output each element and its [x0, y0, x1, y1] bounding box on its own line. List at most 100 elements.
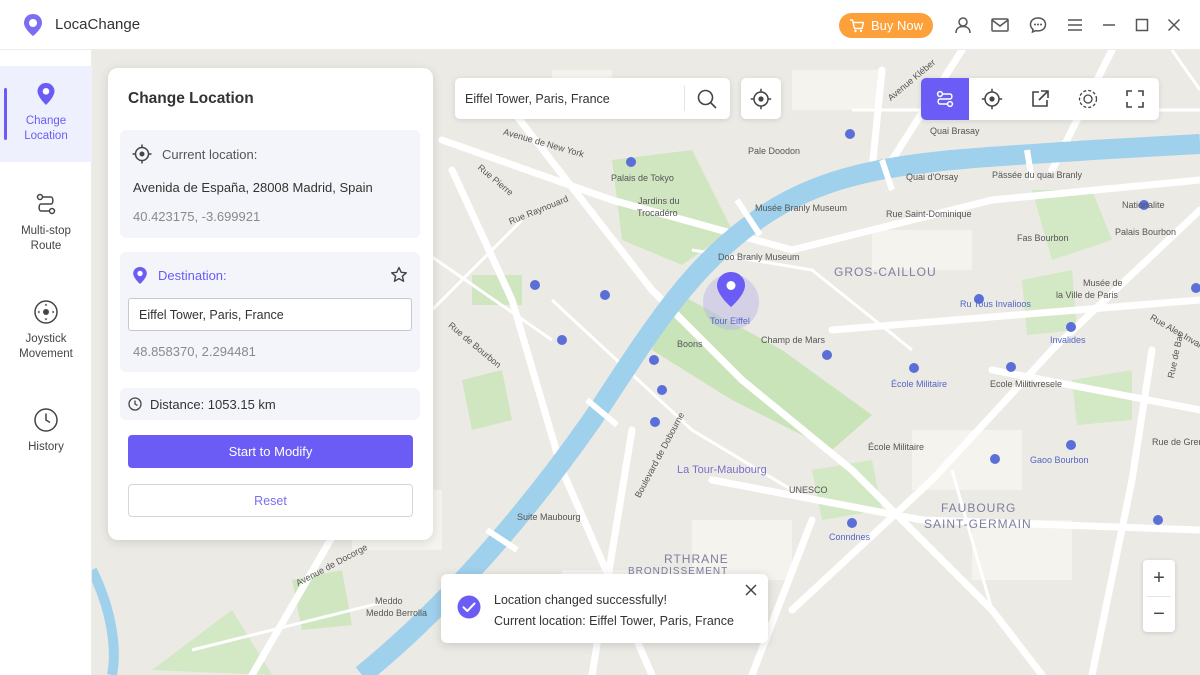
toast-title: Location changed successfully!	[494, 593, 668, 607]
current-location-label: Current location:	[162, 146, 258, 162]
map-label: GROS-CAILLOU	[834, 265, 937, 279]
nav-change-location-label: Change Location	[24, 115, 68, 142]
map-label: Quai Brasay	[930, 126, 980, 136]
map-label: Meddo Berrolla	[366, 608, 428, 618]
map-label: RTHRANE	[664, 552, 729, 566]
map-label: UNESCO	[789, 485, 828, 495]
export-icon	[1032, 90, 1049, 107]
current-location-row: Current location:	[132, 144, 257, 164]
nav-multi-stop-route-label: Multi-stop Route	[21, 225, 71, 252]
panel-title: Change Location	[128, 90, 254, 107]
toast-close-icon[interactable]	[744, 583, 758, 597]
eiffel-pin-label: Tour Eiffel	[710, 316, 750, 326]
success-toast: Location changed successfully! Current l…	[441, 574, 768, 643]
destination-box: Destination: 48.858370, 2.294481	[120, 252, 420, 372]
pin-icon	[32, 80, 60, 108]
map-label: SAINT-GERMAIN	[924, 517, 1032, 531]
title-bar: LocaChange Buy Now	[0, 0, 1200, 50]
map-label: Trocadéro	[637, 208, 678, 218]
map-label: École Militaire	[868, 442, 925, 452]
minimize-icon[interactable]	[1098, 14, 1120, 36]
tool-route-mode[interactable]	[921, 78, 969, 120]
nav-change-location[interactable]: Change Location	[0, 66, 92, 162]
destination-coords: 48.858370, 2.294481	[133, 344, 256, 359]
mode-toolbar	[921, 78, 1159, 120]
locate-me-button[interactable]	[741, 78, 781, 119]
change-location-panel: Change Location Current location: Avenid…	[108, 68, 433, 540]
map-label: La Tour-Maubourg	[677, 464, 767, 476]
map-label: Palais Bourbon	[1115, 227, 1177, 237]
check-circle-icon	[457, 595, 481, 619]
fullscreen-icon	[1126, 90, 1144, 108]
tool-teleport-mode[interactable]	[969, 78, 1017, 120]
nav-joystick-movement-label: Joystick Movement	[19, 333, 73, 360]
map-label: Pässée du quai Branly	[992, 170, 1083, 180]
cart-icon	[849, 18, 865, 32]
destination-row: Destination:	[132, 266, 227, 285]
nav-history[interactable]: History	[0, 392, 92, 488]
map-search-bar	[455, 78, 730, 119]
sliders-icon	[936, 90, 953, 108]
buy-now-label: Buy Now	[870, 18, 924, 33]
tool-export[interactable]	[1016, 78, 1064, 120]
map-label: Rue Saint-Dominique	[886, 209, 972, 219]
distance-box: Distance: 1053.15 km	[120, 388, 420, 420]
mail-icon[interactable]	[989, 14, 1011, 36]
zoom-controls: + −	[1143, 560, 1175, 632]
destination-pin-icon	[133, 267, 147, 284]
nav-multi-stop-route[interactable]: Multi-stop Route	[0, 176, 92, 272]
buy-now-button[interactable]: Buy Now	[839, 13, 933, 38]
map-label: École Militaire	[891, 379, 948, 389]
menu-icon[interactable]	[1064, 14, 1086, 36]
left-nav: Change Location Multi-stop Route Joystick M…	[0, 50, 92, 675]
search-icon[interactable]	[695, 87, 719, 111]
map-label: Palais de Tokyo	[611, 173, 674, 183]
target-icon	[982, 88, 1003, 110]
maximize-icon[interactable]	[1131, 14, 1153, 36]
tool-fullscreen[interactable]	[1111, 78, 1159, 120]
map-label: Ru Tous Invalioos	[960, 299, 1031, 309]
map-label: la Ville de Paris	[1056, 290, 1118, 300]
user-icon[interactable]	[952, 14, 974, 36]
joystick-icon	[32, 298, 60, 326]
map-label: Fas Bourbon	[1017, 233, 1069, 243]
close-icon[interactable]	[1163, 14, 1185, 36]
current-location-box: Current location: Avenida de España, 280…	[120, 130, 420, 238]
map-label: Meddo	[375, 596, 403, 606]
distance-clock-icon	[128, 397, 142, 411]
map-label: Rue de Grenelle	[1152, 437, 1200, 447]
current-coords: 40.423175, -3.699921	[133, 209, 261, 224]
tool-gps-toggle[interactable]	[1064, 78, 1112, 120]
toast-message: Current location: Eiffel Tower, Paris, F…	[494, 614, 734, 628]
distance-text: Distance: 1053.15 km	[150, 396, 276, 412]
zoom-out-button[interactable]: −	[1143, 596, 1175, 632]
start-to-modify-button[interactable]: Start to Modify	[128, 435, 413, 468]
nav-history-label: History	[28, 441, 64, 453]
map-label: Champ de Mars	[761, 335, 826, 345]
route-icon	[32, 190, 60, 218]
destination-input[interactable]	[128, 298, 412, 331]
app-logo-icon	[24, 14, 42, 36]
map-label: Boons	[677, 339, 703, 349]
destination-label: Destination:	[158, 268, 227, 283]
map-label: Jardins du	[638, 196, 680, 206]
crosshair-icon	[132, 144, 152, 164]
map-label: FAUBOURG	[941, 501, 1017, 515]
zoom-in-button[interactable]: +	[1143, 560, 1175, 596]
map-label: Gaoo Bourbon	[1030, 455, 1089, 465]
clock-icon	[32, 406, 60, 434]
map-label: Ecole Militivresele	[990, 379, 1063, 389]
star-icon[interactable]	[390, 266, 408, 284]
app-title: LocaChange	[55, 16, 141, 33]
map-label: Suite Maubourg	[517, 512, 581, 522]
reset-button[interactable]: Reset	[128, 484, 413, 517]
map-label: Quai d'Orsay	[906, 172, 959, 182]
map-label: Doo Branly Museum	[718, 252, 800, 262]
nav-joystick-movement[interactable]: Joystick Movement	[0, 284, 92, 380]
map-search-input[interactable]	[465, 86, 680, 112]
map-label: Nationalite	[1122, 200, 1165, 210]
gps-icon	[1078, 89, 1097, 109]
chat-icon[interactable]	[1027, 14, 1049, 36]
map-label: Musée de	[1083, 278, 1123, 288]
locate-icon	[750, 88, 772, 109]
